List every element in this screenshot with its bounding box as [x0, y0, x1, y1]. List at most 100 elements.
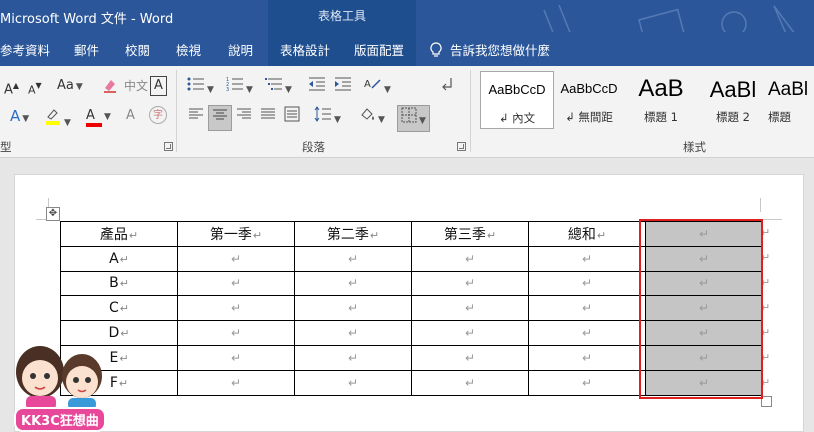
window-title: Microsoft Word 文件 - Word: [0, 12, 174, 27]
distributed-icon[interactable]: [284, 106, 300, 128]
tab-review[interactable]: 校閱: [125, 40, 150, 59]
tab-help[interactable]: 說明: [228, 40, 253, 59]
table-cell[interactable]: ↵: [528, 295, 646, 322]
enclose-characters-button[interactable]: 字: [149, 106, 167, 124]
borders-icon[interactable]: ▼: [397, 105, 430, 132]
multilevel-list-button[interactable]: ▼: [265, 76, 292, 99]
margin-mark: [762, 219, 782, 220]
tab-view[interactable]: 檢視: [176, 40, 201, 59]
end-of-row-mark: ↵: [761, 251, 771, 264]
end-of-row-mark: ↵: [761, 351, 771, 364]
end-of-row-mark: ↵: [761, 376, 771, 389]
data-table: 產品↵ 第一季↵ 第二季↵ 第三季↵ 總和↵ ↵ A↵ ↵ ↵ ↵ ↵ ↵ B↵…: [60, 221, 763, 396]
header-cell[interactable]: 第二季↵: [294, 221, 412, 247]
table-cell[interactable]: ↵: [294, 245, 412, 272]
font-dialog-launcher-icon[interactable]: [164, 142, 173, 151]
style-heading-2[interactable]: AaBl 標題 2: [696, 71, 770, 129]
group-divider: [470, 70, 471, 152]
row-label-cell[interactable]: C↵: [60, 295, 178, 322]
selected-cell[interactable]: ↵: [645, 245, 763, 272]
table-resize-handle[interactable]: [761, 396, 772, 407]
table-cell[interactable]: ↵: [528, 245, 646, 272]
table-cell[interactable]: ↵: [411, 245, 529, 272]
table-cell[interactable]: ↵: [294, 369, 412, 396]
table-cell[interactable]: ↵: [177, 344, 295, 371]
logo-label: KK3C狂想曲: [14, 407, 106, 432]
header-cell[interactable]: 第一季↵: [177, 221, 295, 247]
character-border-button[interactable]: A: [150, 76, 167, 96]
selected-cell[interactable]: ↵: [645, 369, 763, 396]
style-title[interactable]: AaBl 標題: [768, 71, 814, 129]
table-cell[interactable]: ↵: [411, 369, 529, 396]
table-cell[interactable]: ↵: [294, 344, 412, 371]
table-cell[interactable]: ↵: [528, 270, 646, 297]
group-divider: [176, 70, 177, 152]
style-normal[interactable]: AaBbCcD ↲ 內文: [480, 71, 554, 129]
table-cell[interactable]: ↵: [294, 320, 412, 346]
header-cell[interactable]: 總和↵: [528, 221, 646, 247]
table-cell[interactable]: ↵: [411, 295, 529, 322]
font-color-button[interactable]: A ▼: [86, 107, 111, 127]
character-shading-icon[interactable]: A: [126, 107, 135, 125]
table-row: C↵ ↵ ↵ ↵ ↵ ↵: [60, 295, 763, 322]
end-of-row-mark: ↵: [761, 301, 771, 314]
table-cell[interactable]: ↵: [177, 295, 295, 322]
text-effects-button[interactable]: A ▼: [10, 107, 29, 128]
text-direction-icon[interactable]: A ▼: [364, 76, 391, 99]
selected-cell[interactable]: ↵: [645, 295, 763, 322]
header-cell[interactable]: 產品↵: [60, 221, 178, 247]
table-cell[interactable]: ↵: [177, 369, 295, 396]
table-row: B↵ ↵ ↵ ↵ ↵ ↵: [60, 270, 763, 297]
table-cell[interactable]: ↵: [411, 270, 529, 297]
table-cell[interactable]: ↵: [528, 320, 646, 346]
row-label-cell[interactable]: A↵: [60, 245, 178, 272]
table-cell[interactable]: ↵: [294, 295, 412, 322]
style-no-spacing[interactable]: AaBbCcD ↲ 無間距: [552, 71, 626, 129]
table-cell[interactable]: ↵: [177, 320, 295, 346]
align-right-icon[interactable]: [236, 106, 252, 128]
bullets-button[interactable]: ▼: [187, 76, 214, 99]
tell-me-box[interactable]: 告訴我您想做什麼: [430, 40, 550, 59]
tab-table-layout[interactable]: 版面配置: [342, 32, 416, 66]
paragraph-group-label: 段落: [302, 140, 325, 154]
tab-table-design[interactable]: 表格設計: [268, 32, 342, 66]
table-cell[interactable]: ↵: [177, 270, 295, 297]
show-formatting-icon[interactable]: [441, 76, 453, 98]
clear-formatting-icon[interactable]: [102, 77, 118, 99]
align-center-icon[interactable]: [208, 105, 232, 131]
change-case-button[interactable]: Aa ▼: [57, 77, 83, 96]
table-cell[interactable]: ↵: [411, 344, 529, 371]
shrink-font-button[interactable]: A▼: [28, 77, 42, 99]
tab-mailings[interactable]: 郵件: [74, 40, 99, 59]
table-move-handle-icon[interactable]: ✥: [46, 207, 60, 221]
selected-cell[interactable]: ↵: [645, 344, 763, 371]
grow-font-button[interactable]: A▲: [4, 77, 19, 99]
table-cell[interactable]: ↵: [294, 270, 412, 297]
header-cell[interactable]: 第三季↵: [411, 221, 529, 247]
justify-icon[interactable]: [260, 106, 276, 128]
table-cell[interactable]: ↵: [528, 344, 646, 371]
table-row: A↵ ↵ ↵ ↵ ↵ ↵: [60, 245, 763, 272]
selected-header-cell[interactable]: ↵: [645, 221, 763, 247]
table-cell[interactable]: ↵: [177, 245, 295, 272]
table-row: F↵ ↵ ↵ ↵ ↵ ↵: [60, 369, 763, 396]
table-row: E↵ ↵ ↵ ↵ ↵ ↵: [60, 344, 763, 371]
line-spacing-icon[interactable]: ▼: [314, 106, 341, 129]
table-cell[interactable]: ↵: [528, 369, 646, 396]
shading-icon[interactable]: ▼: [358, 106, 385, 129]
selected-cell[interactable]: ↵: [645, 270, 763, 297]
font-group-label: 型: [0, 140, 12, 154]
style-heading-1[interactable]: AaB 標題 1: [624, 71, 698, 129]
increase-indent-icon[interactable]: [334, 76, 352, 98]
paragraph-dialog-launcher-icon[interactable]: [457, 142, 466, 151]
decrease-indent-icon[interactable]: [308, 76, 326, 98]
row-label-cell[interactable]: B↵: [60, 270, 178, 297]
numbering-button[interactable]: 1 2 3 ▼: [226, 76, 253, 99]
align-left-icon[interactable]: [188, 106, 204, 128]
phonetic-guide-button[interactable]: 中文: [124, 77, 148, 95]
selected-cell[interactable]: ↵: [645, 320, 763, 346]
tab-references[interactable]: 参考資料: [0, 40, 50, 59]
highlight-color-button[interactable]: ▼: [44, 107, 71, 132]
table-cell[interactable]: ↵: [411, 320, 529, 346]
ribbon-tabs: 参考資料 郵件 校閱 檢視 說明 表格設計 版面配置 告訴我您想做什麼: [0, 32, 814, 66]
